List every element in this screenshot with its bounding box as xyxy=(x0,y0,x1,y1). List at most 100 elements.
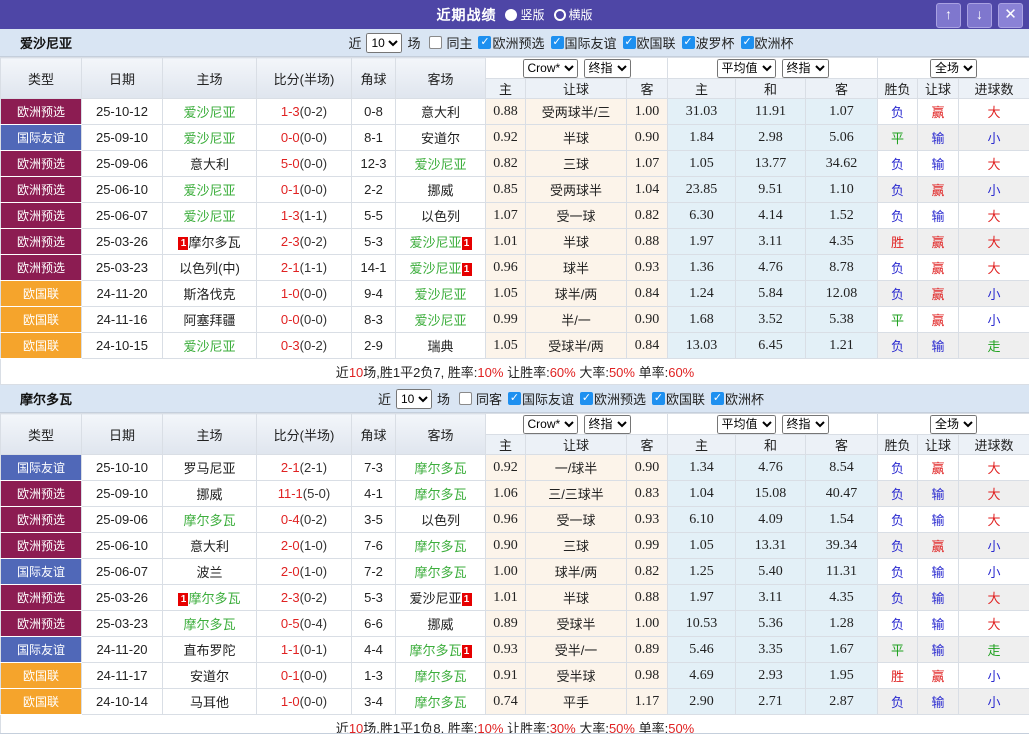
team-label: 爱沙尼亚 xyxy=(183,209,235,224)
halftime-score: (1-0) xyxy=(300,564,327,579)
team-label: 爱沙尼亚 xyxy=(183,183,235,198)
avg-away-odds: 8.78 xyxy=(806,255,878,281)
score-cell: 0-3(0-2) xyxy=(257,333,352,359)
odds-company-final-select[interactable]: 终指 xyxy=(584,415,631,434)
avg-draw-odds: 15.08 xyxy=(736,481,806,507)
move-up-button[interactable]: ↑ xyxy=(936,3,961,28)
match-row: 欧国联24-10-15爱沙尼亚0-3(0-2)2-9瑞典1.05受球半/两0.8… xyxy=(1,333,1029,359)
layout-radio-vertical[interactable]: 竖版 xyxy=(505,6,544,23)
halftime-score: (0-0) xyxy=(300,312,327,327)
match-count-select[interactable]: 10 xyxy=(366,33,402,53)
summary-segment: 单率: xyxy=(635,365,668,380)
odds-group-header: 平均值终指 xyxy=(668,414,878,435)
result-goals: 走 xyxy=(959,637,1029,663)
same-venue-checkbox[interactable] xyxy=(429,36,442,49)
competition-checkbox[interactable]: ✓ xyxy=(741,36,754,49)
away-team-cell: 安道尔 xyxy=(396,125,486,151)
handicap-odds-away: 0.93 xyxy=(627,507,668,533)
team-label: 爱沙尼亚 xyxy=(183,105,235,120)
odds-company-final-select[interactable]: 终指 xyxy=(584,59,631,78)
competition-checkbox[interactable]: ✓ xyxy=(508,392,521,405)
match-date: 25-10-12 xyxy=(82,99,163,125)
column-header: 日期 xyxy=(82,414,163,455)
score-cell: 1-0(0-0) xyxy=(257,689,352,715)
handicap-odds-away: 0.98 xyxy=(627,663,668,689)
competition-checkbox[interactable]: ✓ xyxy=(551,36,564,49)
handicap-line: 受一球 xyxy=(526,203,627,229)
fulltime-score: 2-3 xyxy=(281,590,300,605)
result-handicap: 输 xyxy=(918,481,959,507)
fulltime-score: 5-0 xyxy=(281,156,300,171)
avg-select[interactable]: 平均值 xyxy=(717,415,776,434)
avg-draw-odds: 5.36 xyxy=(736,611,806,637)
result-goals: 小 xyxy=(959,663,1029,689)
avg-final-select[interactable]: 终指 xyxy=(782,59,829,78)
result-goals: 小 xyxy=(959,559,1029,585)
handicap-line: 受半球 xyxy=(526,663,627,689)
fulltime-score: 1-0 xyxy=(281,286,300,301)
halftime-score: (1-1) xyxy=(300,208,327,223)
odds-company-select[interactable]: Crow* xyxy=(523,59,578,78)
fulltime-score: 0-1 xyxy=(281,668,300,683)
result-goals: 大 xyxy=(959,255,1029,281)
match-count-select[interactable]: 10 xyxy=(396,389,432,409)
avg-home-odds: 13.03 xyxy=(668,333,736,359)
result-handicap: 输 xyxy=(918,637,959,663)
avg-final-select[interactable]: 终指 xyxy=(782,415,829,434)
games-label: 场 xyxy=(407,33,420,52)
competition-checkbox[interactable]: ✓ xyxy=(580,392,593,405)
competition-checkbox[interactable]: ✓ xyxy=(623,36,636,49)
handicap-odds-home: 0.90 xyxy=(486,533,526,559)
fulltime-score: 2-0 xyxy=(281,564,300,579)
close-button[interactable]: ✕ xyxy=(998,3,1023,28)
radio-unselected-icon xyxy=(554,9,566,21)
scope-select[interactable]: 全场 xyxy=(930,59,977,78)
sub-column-header: 客 xyxy=(627,435,668,455)
corners-cell: 9-4 xyxy=(352,281,396,307)
handicap-odds-home: 1.00 xyxy=(486,559,526,585)
avg-home-odds: 1.68 xyxy=(668,307,736,333)
avg-home-odds: 6.10 xyxy=(668,507,736,533)
avg-home-odds: 4.69 xyxy=(668,663,736,689)
avg-draw-odds: 11.91 xyxy=(736,99,806,125)
fulltime-score: 1-0 xyxy=(281,694,300,709)
result-outcome: 负 xyxy=(878,99,918,125)
handicap-odds-home: 1.05 xyxy=(486,281,526,307)
home-team-cell: 爱沙尼亚 xyxy=(163,177,257,203)
titlebar: 近期战绩 竖版 横版 ↑ ↓ ✕ xyxy=(0,0,1029,29)
result-outcome: 负 xyxy=(878,177,918,203)
competition-checkbox[interactable]: ✓ xyxy=(711,392,724,405)
fulltime-score: 0-3 xyxy=(281,338,300,353)
result-goals: 小 xyxy=(959,533,1029,559)
match-type-badge: 欧洲预选 xyxy=(1,255,82,281)
score-cell: 2-3(0-2) xyxy=(257,229,352,255)
same-venue-checkbox[interactable] xyxy=(459,392,472,405)
match-date: 25-09-06 xyxy=(82,507,163,533)
handicap-odds-home: 0.92 xyxy=(486,455,526,481)
match-date: 25-03-23 xyxy=(82,255,163,281)
summary-line: 近10场,胜1平1负8, 胜率:10% 让胜率:30% 大率:50% 单率:50… xyxy=(1,715,1029,734)
move-down-button[interactable]: ↓ xyxy=(967,3,992,28)
column-header: 比分(半场) xyxy=(257,414,352,455)
result-outcome: 负 xyxy=(878,507,918,533)
result-outcome: 负 xyxy=(878,559,918,585)
scope-select[interactable]: 全场 xyxy=(930,415,977,434)
result-handicap: 输 xyxy=(918,333,959,359)
competition-checkbox[interactable]: ✓ xyxy=(682,36,695,49)
odds-company-select[interactable]: Crow* xyxy=(523,415,578,434)
avg-draw-odds: 2.98 xyxy=(736,125,806,151)
home-team-cell: 意大利 xyxy=(163,533,257,559)
result-outcome: 负 xyxy=(878,203,918,229)
result-goals: 大 xyxy=(959,481,1029,507)
layout-radio-horizontal[interactable]: 横版 xyxy=(554,6,593,23)
handicap-line: 半球 xyxy=(526,585,627,611)
result-outcome: 负 xyxy=(878,255,918,281)
team-label: 意大利 xyxy=(190,539,229,554)
team-label: 安道尔 xyxy=(190,669,229,684)
competition-checkbox[interactable]: ✓ xyxy=(652,392,665,405)
avg-select[interactable]: 平均值 xyxy=(717,59,776,78)
handicap-odds-home: 0.85 xyxy=(486,177,526,203)
fulltime-score: 2-1 xyxy=(281,460,300,475)
summary-segment: 让胜率: xyxy=(503,365,549,380)
competition-checkbox[interactable]: ✓ xyxy=(478,36,491,49)
